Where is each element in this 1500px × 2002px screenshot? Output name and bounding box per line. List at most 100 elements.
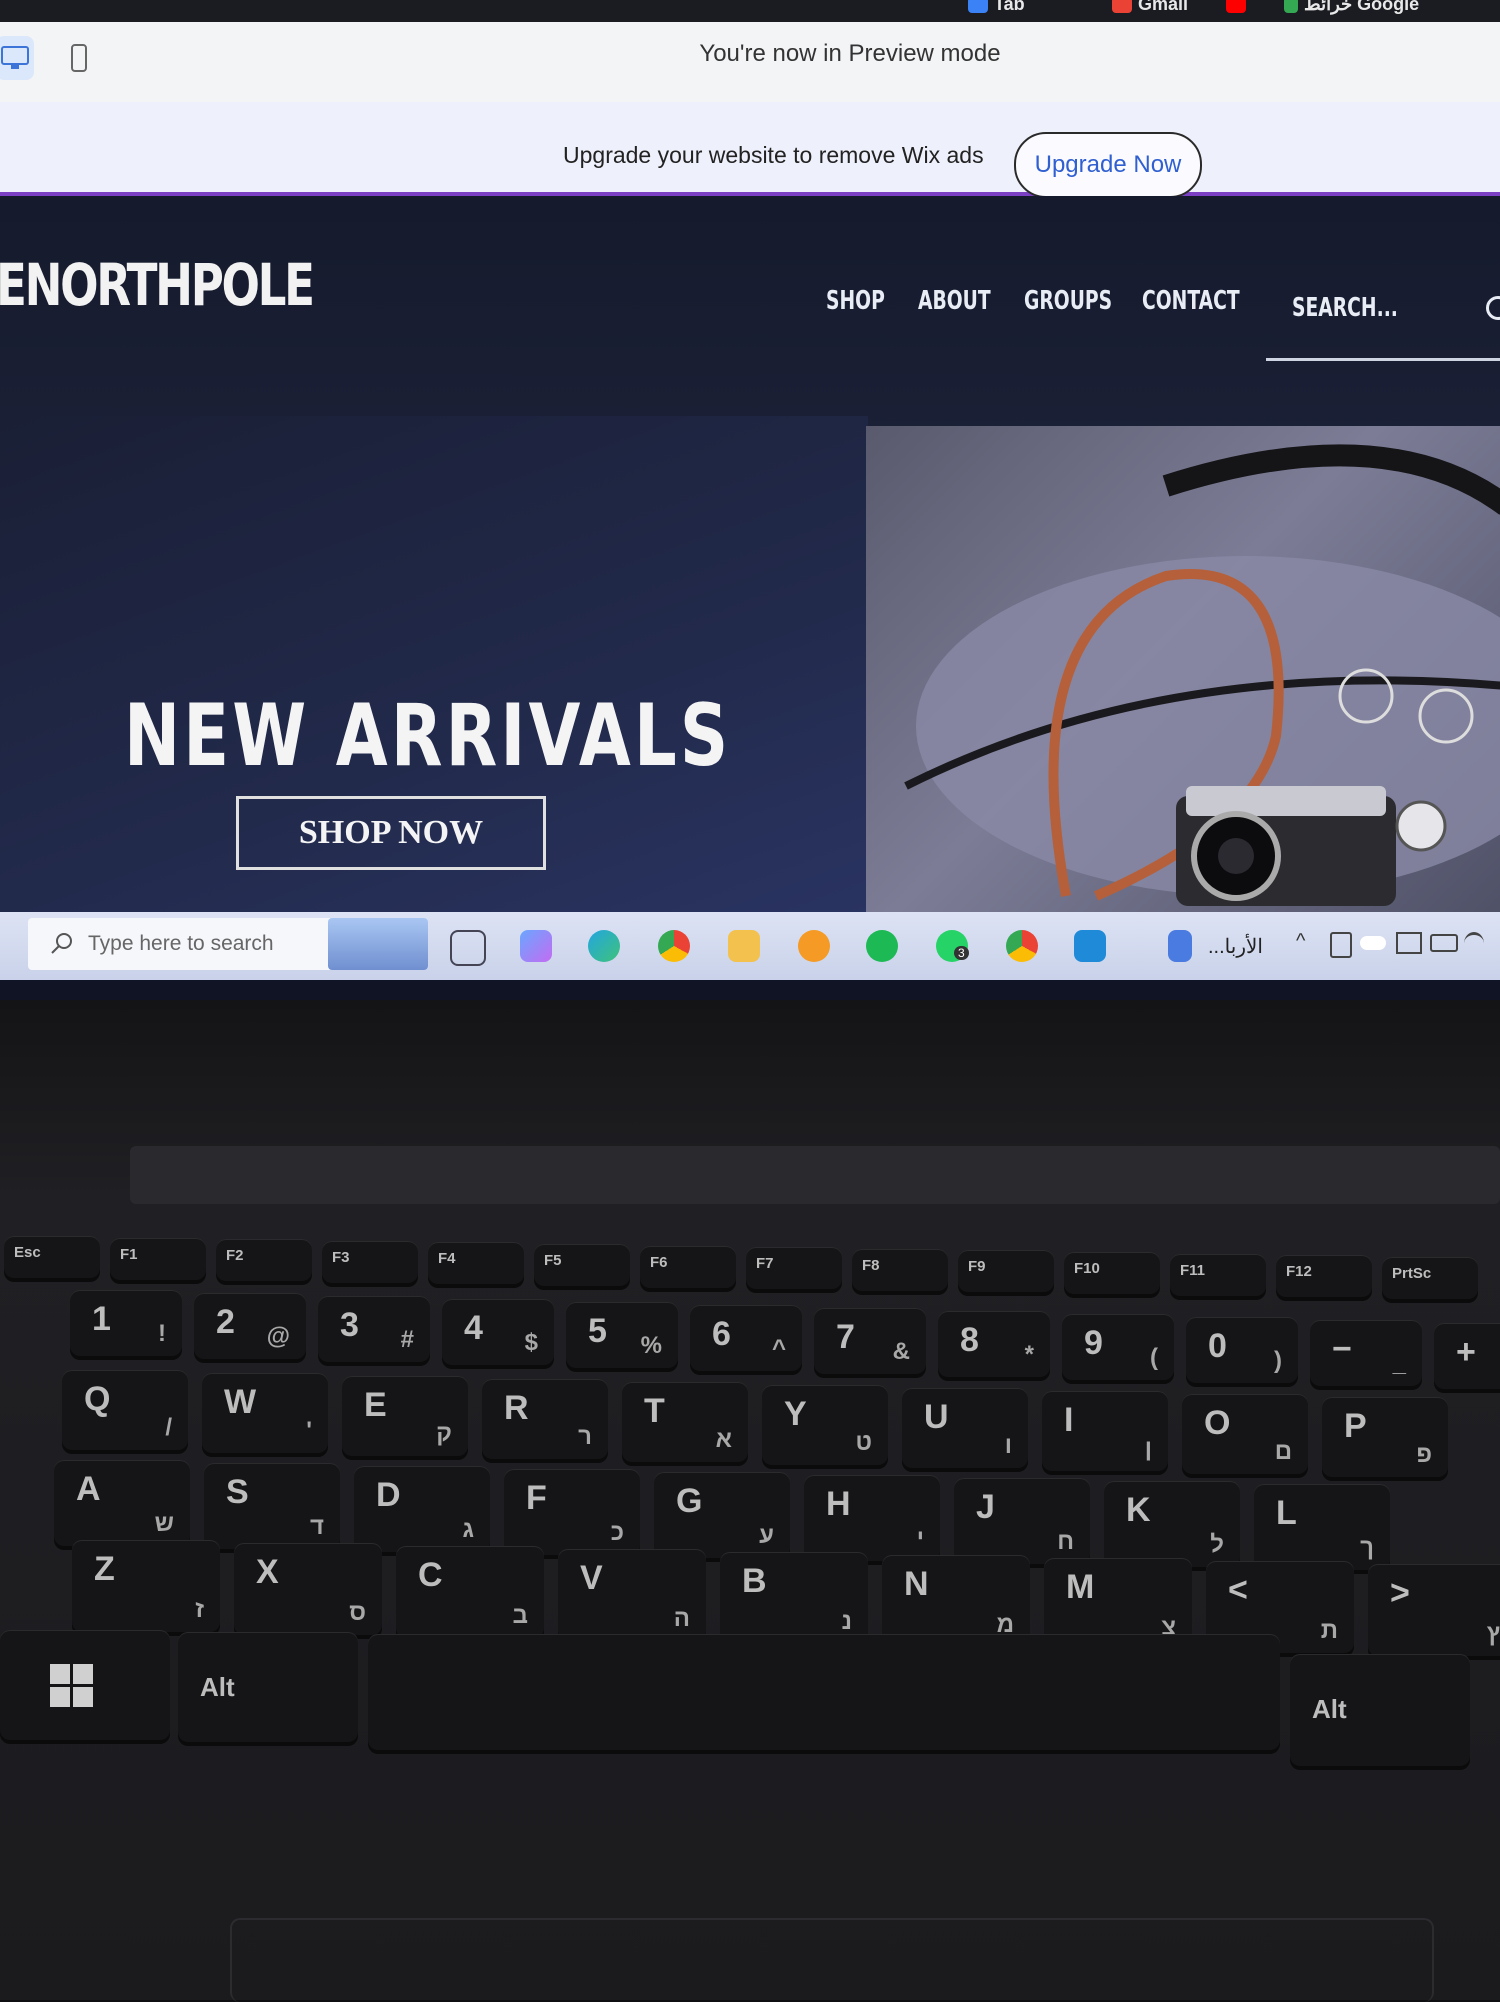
laptop-screen: Tab Gmail خرائط Google You're now in Pre… (0, 0, 1500, 1000)
fn-key-f3[interactable]: F3 (322, 1240, 418, 1283)
bookmark-google-maps[interactable]: خرائط Google (1284, 0, 1419, 15)
key-i[interactable]: Iן (1042, 1391, 1168, 1471)
fn-key-esc[interactable]: Esc (4, 1236, 100, 1278)
desktop-view-button[interactable] (0, 36, 34, 80)
onedrive-cloud-icon[interactable] (1360, 936, 1386, 950)
key-sublabel: ל (1210, 1531, 1224, 1558)
key-label: J (976, 1488, 995, 1526)
battery-icon[interactable] (1430, 934, 1458, 952)
key-0[interactable]: 1! (70, 1290, 182, 1356)
key-4[interactable]: 5% (566, 1302, 678, 1368)
shop-now-button[interactable]: SHOP NOW (236, 796, 546, 870)
task-view-icon[interactable] (450, 930, 486, 966)
key-k[interactable]: Kל (1104, 1481, 1240, 1567)
fn-key-f9[interactable]: F9 (958, 1250, 1054, 1293)
edge-icon[interactable] (588, 930, 620, 962)
key-9[interactable]: 0) (1186, 1317, 1298, 1383)
key-a[interactable]: Aש (54, 1460, 190, 1546)
nav-contact[interactable]: CONTACT (1142, 286, 1240, 316)
fn-key-f12[interactable]: F12 (1276, 1255, 1372, 1298)
device-icon[interactable] (1330, 932, 1352, 958)
whatsapp-icon[interactable]: 3 (936, 930, 969, 962)
key-s[interactable]: Sד (204, 1463, 340, 1549)
nav-about[interactable]: ABOUT (918, 286, 991, 316)
key-u[interactable]: Uו (902, 1388, 1028, 1468)
key-t[interactable]: Tא (622, 1382, 748, 1462)
key-p[interactable]: Pפ (1322, 1397, 1448, 1477)
notification-icon[interactable] (1396, 932, 1422, 954)
key-3-row-z[interactable]: Vה (558, 1549, 706, 1641)
chevron-up-icon[interactable]: ^ (1296, 930, 1305, 953)
key-sublabel: ן (1144, 1435, 1152, 1462)
wifi-icon[interactable] (1464, 932, 1484, 955)
fn-key-f6[interactable]: F6 (640, 1245, 736, 1288)
fn-key-f2[interactable]: F2 (216, 1239, 312, 1282)
key-1[interactable]: 2 @ (194, 1293, 306, 1359)
fn-key-f1[interactable]: F1 (110, 1237, 206, 1280)
bookmark-gmail[interactable]: Gmail (1112, 0, 1188, 15)
key-o[interactable]: Oם (1182, 1394, 1308, 1474)
file-explorer-icon[interactable] (728, 930, 760, 962)
fn-key-f4[interactable]: F4 (428, 1242, 524, 1285)
key-label: B (742, 1562, 767, 1600)
fn-key-f8[interactable]: F8 (852, 1248, 948, 1291)
fn-key-f5[interactable]: F5 (534, 1244, 630, 1286)
bookmark-tab[interactable]: Tab (968, 0, 1025, 15)
fn-key-f11[interactable]: F11 (1170, 1253, 1266, 1296)
key-q[interactable]: Q / (62, 1370, 188, 1450)
nav-shop[interactable]: SHOP (826, 286, 885, 316)
key-0-row-z[interactable]: Zז (72, 1540, 220, 1632)
chrome-icon[interactable] (658, 930, 690, 962)
key-3[interactable]: 4 $ (442, 1299, 554, 1365)
key-10[interactable]: − _ (1310, 1320, 1422, 1386)
key-11[interactable]: += (1434, 1323, 1500, 1389)
key-2-row-z[interactable]: Cב (396, 1546, 544, 1638)
key-7[interactable]: 8 * (938, 1311, 1050, 1377)
key-w[interactable]: W ' (202, 1373, 328, 1453)
key-label: F3 (332, 1248, 350, 1266)
document-icon[interactable] (1168, 930, 1192, 962)
bookmark-youtube[interactable] (1226, 0, 1252, 15)
taskbar-search-box[interactable]: Type here to search (28, 918, 428, 970)
spotify-icon[interactable] (866, 930, 898, 962)
key-d[interactable]: Dג (354, 1466, 490, 1552)
key-label: + (1456, 1333, 1476, 1371)
fn-key-prtsc[interactable]: PrtSc (1382, 1256, 1478, 1299)
key-label: S (226, 1473, 249, 1511)
key-l[interactable]: Lך (1254, 1484, 1390, 1570)
key-2[interactable]: 3 # (318, 1296, 430, 1362)
key-4-row-z[interactable]: Bנ (720, 1552, 868, 1644)
key-sublabel: ץ (1486, 1620, 1500, 1647)
key-sublabel: כ (610, 1519, 624, 1546)
fn-key-f10[interactable]: F10 (1064, 1252, 1160, 1294)
search-icon[interactable] (1486, 296, 1500, 320)
vscode-icon[interactable] (1074, 930, 1106, 962)
site-logo[interactable]: ENORTHPOLE (0, 251, 315, 319)
cloud-app-icon[interactable] (798, 930, 830, 962)
key-5[interactable]: 6 ^ (690, 1305, 802, 1371)
key-h[interactable]: Hי (804, 1475, 940, 1561)
key-sublabel: ק (436, 1420, 452, 1447)
key-6[interactable]: 7 & (814, 1308, 926, 1374)
key-g[interactable]: Gע (654, 1472, 790, 1558)
upgrade-now-button[interactable]: Upgrade Now (1014, 132, 1202, 198)
key-1-row-z[interactable]: Xס (234, 1543, 382, 1635)
touchpad[interactable] (230, 1918, 1434, 2002)
nav-groups[interactable]: GROUPS (1024, 286, 1112, 316)
key-j[interactable]: Jח (954, 1478, 1090, 1564)
fn-key-f7[interactable]: F7 (746, 1247, 842, 1290)
key-y[interactable]: Yט (762, 1385, 888, 1465)
site-search-input[interactable]: SEARCH... (1266, 278, 1500, 361)
key-e[interactable]: Eק (342, 1376, 468, 1456)
copilot-icon[interactable] (520, 930, 552, 962)
key-r[interactable]: Rר (482, 1379, 608, 1459)
mobile-view-button[interactable] (60, 36, 98, 80)
key-f[interactable]: Fכ (504, 1469, 640, 1555)
key-8[interactable]: 9( (1062, 1314, 1174, 1380)
alt-right-key[interactable]: Alt (1290, 1654, 1470, 1766)
alt-left-key[interactable]: Alt (178, 1632, 358, 1742)
windows-key[interactable] (0, 1630, 170, 1740)
chrome-alt-icon[interactable] (1006, 930, 1038, 962)
space-key[interactable] (368, 1634, 1280, 1750)
key-8-row-z[interactable]: > ץ (1368, 1564, 1500, 1656)
